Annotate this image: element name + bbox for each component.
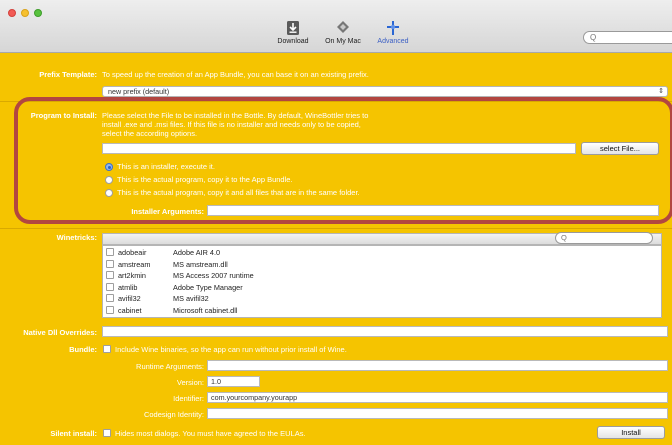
prefix-template-help: To speed up the creation of an App Bundl… xyxy=(102,70,369,79)
toolbar-search-field[interactable]: Q xyxy=(583,31,672,44)
toolbar-download-label: Download xyxy=(277,38,309,45)
program-to-install-label: Program to Install: xyxy=(30,111,97,120)
select-arrows-icon: ⇕ xyxy=(658,88,664,95)
program-help-line-2: install .exe and .msi files. If this fil… xyxy=(102,120,361,129)
winetricks-row[interactable]: atmlib Adobe Type Manager xyxy=(103,281,661,293)
program-help-line-1: Please select the File to be installed i… xyxy=(102,111,369,120)
silent-install-label: Silent install: xyxy=(50,429,97,438)
codesign-identity-label: Codesign Identity: xyxy=(143,410,204,419)
dll-overrides-label: Native Dll Overrides: xyxy=(23,328,97,337)
install-mode-radio-copy[interactable] xyxy=(105,176,113,184)
bundle-checkbox[interactable] xyxy=(103,345,111,353)
download-icon xyxy=(287,21,299,35)
version-label: Version: xyxy=(176,378,204,387)
winetricks-row[interactable]: art2kmin MS Access 2007 runtime xyxy=(103,269,661,281)
winetricks-desc: MS avifil32 xyxy=(173,294,209,303)
winetricks-name: cabinet xyxy=(118,305,142,315)
winetricks-row[interactable]: adobeair Adobe AIR 4.0 xyxy=(103,246,661,258)
winetricks-name: adobeair xyxy=(118,248,147,257)
prefix-template-select[interactable]: new prefix (default) ⇕ xyxy=(102,86,668,97)
winetricks-desc: Microsoft cabinet.dll xyxy=(173,305,238,315)
winetricks-name: amstream xyxy=(118,259,151,269)
close-window-button[interactable] xyxy=(8,9,16,17)
install-mode-label: This is an installer, execute it. xyxy=(117,162,215,171)
install-mode-label: This is the actual program, copy it and … xyxy=(117,188,360,197)
winetricks-desc: MS Access 2007 runtime xyxy=(173,271,254,280)
prefix-template-value: new prefix (default) xyxy=(108,87,170,96)
program-help-line-3: select the according options. xyxy=(102,129,198,138)
winetricks-label: Winetricks: xyxy=(56,233,97,242)
winetricks-desc: MS amstream.dll xyxy=(173,259,228,269)
toolbar-advanced-label: Advanced xyxy=(377,38,409,45)
toolbar-advanced-button[interactable]: Advanced xyxy=(370,20,416,52)
winetricks-checkbox[interactable] xyxy=(106,305,114,314)
window-toolbar: Download On My Mac Advanced Q xyxy=(0,0,672,53)
winetricks-name: avifil32 xyxy=(118,294,141,303)
install-mode-radio-execute[interactable] xyxy=(105,163,113,171)
version-field[interactable]: 1.0 xyxy=(207,376,260,387)
installer-arguments-field[interactable] xyxy=(207,205,659,216)
winetricks-name: atmlib xyxy=(118,282,138,292)
separator xyxy=(0,228,672,229)
select-file-button[interactable]: select File... xyxy=(581,142,659,155)
winetricks-desc: Adobe Type Manager xyxy=(173,282,243,292)
winetricks-row[interactable]: cabinet Microsoft cabinet.dll xyxy=(103,304,661,316)
silent-install-text: Hides most dialogs. You must have agreed… xyxy=(115,429,306,438)
bundle-label: Bundle: xyxy=(69,345,97,354)
winetricks-row[interactable]: amstream MS amstream.dll xyxy=(103,258,661,270)
search-icon: Q xyxy=(561,233,567,242)
codesign-identity-field[interactable] xyxy=(207,408,668,419)
winetricks-checkbox[interactable] xyxy=(106,259,114,268)
search-icon: Q xyxy=(590,33,597,42)
winetricks-checkbox[interactable] xyxy=(106,282,114,291)
runtime-arguments-field[interactable] xyxy=(207,360,668,371)
winetricks-checkbox[interactable] xyxy=(106,271,114,279)
identifier-label: Identifier: xyxy=(173,394,204,403)
winetricks-name: art2kmin xyxy=(118,271,146,280)
toolbar-download-button[interactable]: Download xyxy=(270,20,316,52)
install-button[interactable]: Install xyxy=(597,426,665,439)
minimize-window-button[interactable] xyxy=(21,9,29,17)
dll-overrides-field[interactable] xyxy=(102,326,668,337)
toolbar-onmymac-label: On My Mac xyxy=(325,38,361,45)
winetricks-search-field[interactable]: Q xyxy=(555,232,653,244)
winetricks-row[interactable]: avifil32 MS avifil32 xyxy=(103,292,661,304)
winetricks-list[interactable]: adobeair Adobe AIR 4.0 amstream MS amstr… xyxy=(102,245,662,318)
bundle-text: Include Wine binaries, so the app can ru… xyxy=(115,345,347,354)
installer-arguments-label: Installer Arguments: xyxy=(131,207,204,216)
program-file-field[interactable] xyxy=(102,143,576,154)
winetricks-checkbox[interactable] xyxy=(106,294,114,302)
winetricks-desc: Adobe AIR 4.0 xyxy=(173,248,221,257)
prefix-template-label: Prefix Template: xyxy=(39,70,97,79)
advanced-icon xyxy=(387,21,399,35)
on-my-mac-icon xyxy=(337,21,349,33)
install-mode-radio-copy-folder[interactable] xyxy=(105,189,113,197)
toolbar-onmymac-button[interactable]: On My Mac xyxy=(320,20,366,52)
winetricks-checkbox[interactable] xyxy=(106,248,114,256)
zoom-window-button[interactable] xyxy=(34,9,42,17)
identifier-field[interactable]: com.yourcompany.yourapp xyxy=(207,392,668,403)
runtime-arguments-label: Runtime Arguments: xyxy=(136,362,204,371)
silent-install-checkbox[interactable] xyxy=(103,429,111,437)
install-mode-label: This is the actual program, copy it to t… xyxy=(117,175,293,184)
